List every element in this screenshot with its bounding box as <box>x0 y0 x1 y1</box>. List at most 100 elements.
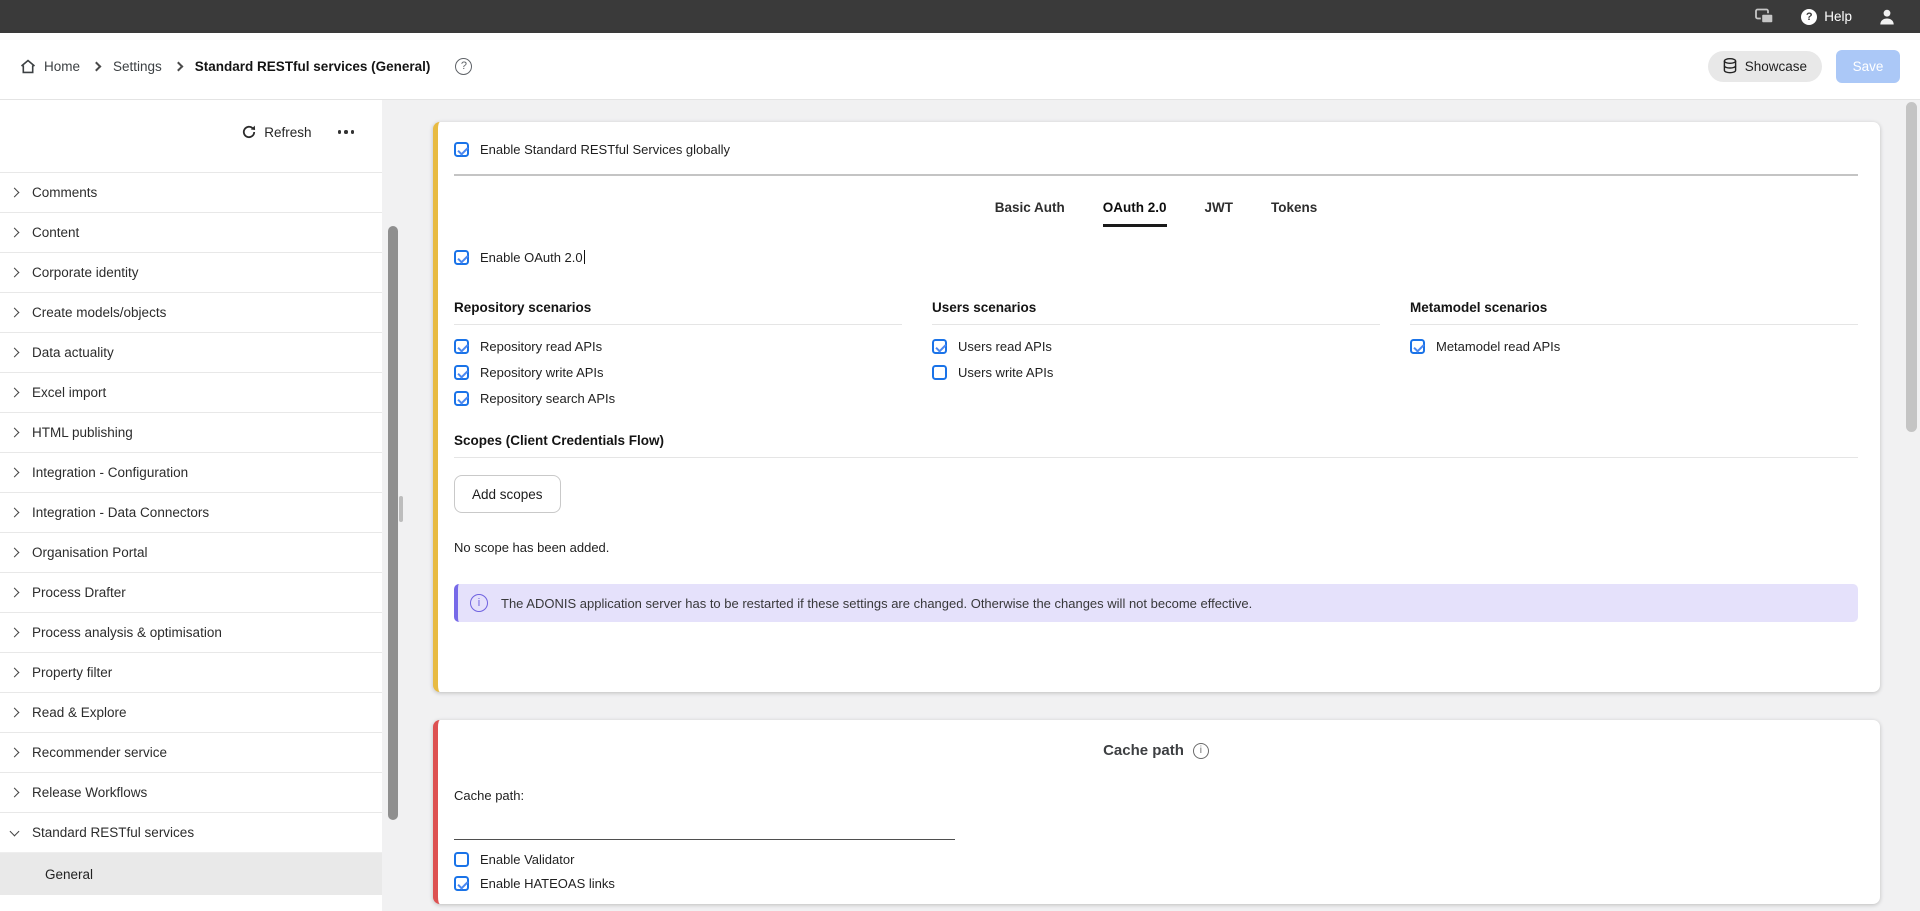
divider <box>454 174 1858 176</box>
header-actions: Showcase Save <box>1708 50 1900 83</box>
sidebar-item-corporate-identity[interactable]: Corporate identity <box>0 252 382 292</box>
cache-path-label: Cache path: <box>454 788 1858 803</box>
checkbox-icon <box>454 142 469 157</box>
sidebar-item-release-workflows[interactable]: Release Workflows <box>0 772 382 812</box>
chevron-right-icon <box>10 748 20 758</box>
chevron-right-icon <box>10 388 20 398</box>
chevron-right-icon <box>10 548 20 558</box>
sidebar-item-html-publishing[interactable]: HTML publishing <box>0 412 382 452</box>
sidebar-item-integration-configuration[interactable]: Integration - Configuration <box>0 452 382 492</box>
database-icon <box>1723 58 1737 74</box>
cache-path-panel: Cache path i Cache path: Enable Validato… <box>433 720 1880 904</box>
chevron-right-icon <box>10 628 20 638</box>
chevron-right-icon <box>10 508 20 518</box>
sidebar-scrollbar-thumb[interactable] <box>388 226 398 820</box>
save-button[interactable]: Save <box>1836 50 1900 83</box>
refresh-icon <box>242 125 256 139</box>
checkbox-icon <box>454 365 469 380</box>
sidebar-resize-handle[interactable] <box>399 496 403 522</box>
sidebar-item-integration-data-connectors[interactable]: Integration - Data Connectors <box>0 492 382 532</box>
content-area: Refresh Comments Content Corporate ident… <box>0 100 1920 911</box>
checkbox-icon <box>454 339 469 354</box>
chevron-down-icon <box>10 826 20 836</box>
refresh-button[interactable]: Refresh <box>242 125 311 140</box>
enable-oauth-checkbox[interactable]: Enable OAuth 2.0 <box>454 250 1858 265</box>
topbar: ? Help <box>0 0 1920 33</box>
sidebar-actions: Refresh <box>0 100 382 164</box>
chevron-right-icon <box>10 268 20 278</box>
settings-sidebar: Refresh Comments Content Corporate ident… <box>0 100 382 911</box>
cache-path-input[interactable] <box>454 820 955 840</box>
sidebar-item-comments[interactable]: Comments <box>0 172 382 212</box>
more-options-icon[interactable] <box>336 124 357 140</box>
repository-read-apis-checkbox[interactable]: Repository read APIs <box>454 339 902 354</box>
column-heading: Repository scenarios <box>454 300 902 315</box>
breadcrumb-home-label: Home <box>44 59 80 74</box>
chevron-right-icon <box>10 428 20 438</box>
tab-oauth2[interactable]: OAuth 2.0 <box>1103 200 1167 227</box>
sidebar-item-process-drafter[interactable]: Process Drafter <box>0 572 382 612</box>
sidebar-item-process-analysis-optimisation[interactable]: Process analysis & optimisation <box>0 612 382 652</box>
sidebar-item-create-models-objects[interactable]: Create models/objects <box>0 292 382 332</box>
showcase-label: Showcase <box>1745 59 1807 74</box>
sidebar-item-recommender-service[interactable]: Recommender service <box>0 732 382 772</box>
sidebar-item-property-filter[interactable]: Property filter <box>0 652 382 692</box>
sidebar-item-excel-import[interactable]: Excel import <box>0 372 382 412</box>
text-cursor <box>584 250 586 264</box>
info-icon: i <box>470 594 488 612</box>
sidebar-item-standard-restful-services[interactable]: Standard RESTful services <box>0 812 382 852</box>
showcase-button[interactable]: Showcase <box>1708 51 1822 82</box>
divider <box>1410 324 1858 325</box>
checkbox-icon <box>454 876 469 891</box>
sidebar-item-data-actuality[interactable]: Data actuality <box>0 332 382 372</box>
notice-text: The ADONIS application server has to be … <box>501 596 1252 611</box>
breadcrumb-home[interactable]: Home <box>20 59 80 74</box>
sidebar-list: Comments Content Corporate identity Crea… <box>0 172 382 895</box>
home-icon <box>20 59 36 74</box>
column-heading: Metamodel scenarios <box>1410 300 1858 315</box>
chevron-right-icon <box>10 788 20 798</box>
scopes-heading: Scopes (Client Credentials Flow) <box>454 433 1858 448</box>
breadcrumb: Home Settings Standard RESTful services … <box>20 58 472 75</box>
checkbox-icon <box>932 365 947 380</box>
tab-jwt[interactable]: JWT <box>1205 200 1234 227</box>
help-button[interactable]: ? Help <box>1801 9 1852 25</box>
cache-path-title-row: Cache path i <box>454 742 1858 759</box>
cache-path-title: Cache path <box>1103 742 1184 759</box>
tab-tokens[interactable]: Tokens <box>1271 200 1317 227</box>
breadcrumb-settings-label: Settings <box>113 59 162 74</box>
repository-scenarios-column: Repository scenarios Repository read API… <box>454 300 902 406</box>
context-help-icon[interactable]: ? <box>455 58 472 75</box>
help-question-icon: ? <box>1801 9 1817 25</box>
repository-search-apis-checkbox[interactable]: Repository search APIs <box>454 391 902 406</box>
info-icon[interactable]: i <box>1193 743 1209 759</box>
checkbox-icon <box>1410 339 1425 354</box>
user-icon[interactable] <box>1878 8 1896 26</box>
divider <box>454 457 1858 458</box>
divider <box>932 324 1380 325</box>
add-scopes-button[interactable]: Add scopes <box>454 475 561 513</box>
sidebar-item-content[interactable]: Content <box>0 212 382 252</box>
auth-tabs: Basic Auth OAuth 2.0 JWT Tokens <box>454 200 1858 227</box>
chevron-right-icon <box>10 708 20 718</box>
users-write-apis-checkbox[interactable]: Users write APIs <box>932 365 1380 380</box>
divider <box>454 324 902 325</box>
checkbox-icon <box>454 250 469 265</box>
enable-validator-checkbox[interactable]: Enable Validator <box>454 852 1858 867</box>
sidebar-item-organisation-portal[interactable]: Organisation Portal <box>0 532 382 572</box>
tab-basic-auth[interactable]: Basic Auth <box>995 200 1065 227</box>
sidebar-item-read-explore[interactable]: Read & Explore <box>0 692 382 732</box>
repository-write-apis-checkbox[interactable]: Repository write APIs <box>454 365 902 380</box>
users-read-apis-checkbox[interactable]: Users read APIs <box>932 339 1380 354</box>
enable-global-checkbox[interactable]: Enable Standard RESTful Services globall… <box>454 142 1858 157</box>
windows-icon[interactable] <box>1754 8 1775 25</box>
metamodel-read-apis-checkbox[interactable]: Metamodel read APIs <box>1410 339 1858 354</box>
breadcrumb-settings[interactable]: Settings <box>113 59 162 74</box>
sidebar-item-general-selected[interactable]: General <box>0 852 382 895</box>
chevron-right-icon <box>10 348 20 358</box>
scenario-columns: Repository scenarios Repository read API… <box>454 300 1858 406</box>
chevron-right-icon <box>10 188 20 198</box>
page-scrollbar-thumb[interactable] <box>1906 102 1917 432</box>
breadcrumb-bar: Home Settings Standard RESTful services … <box>0 33 1920 100</box>
enable-hateoas-links-checkbox[interactable]: Enable HATEOAS links <box>454 876 1858 891</box>
